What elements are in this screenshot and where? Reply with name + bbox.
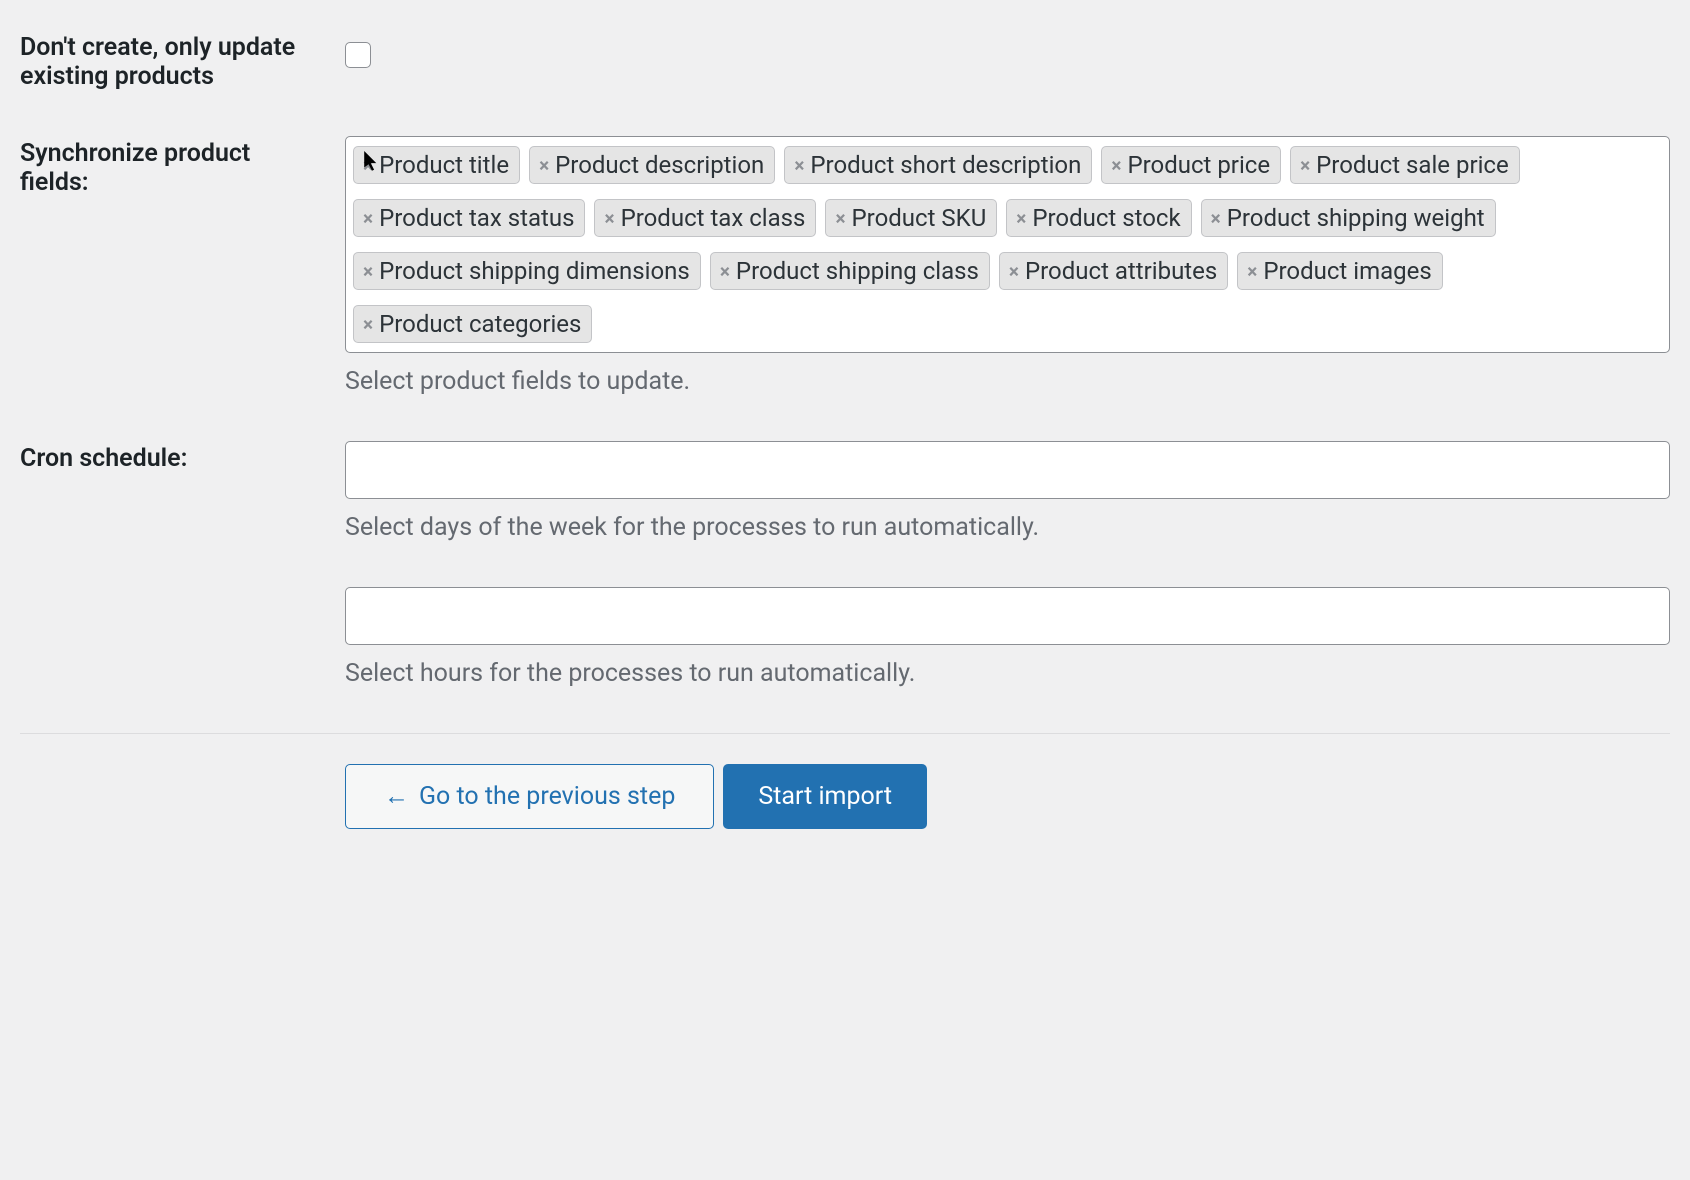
- sync-fields-label: Synchronize product fields:: [20, 136, 345, 197]
- sync-fields-field: ×Product title×Product description×Produ…: [345, 136, 1670, 396]
- field-tag[interactable]: ×Product description: [529, 146, 775, 184]
- update-only-field: [345, 30, 1670, 75]
- field-tag-label: Product shipping weight: [1227, 204, 1485, 232]
- field-tag-label: Product short description: [810, 151, 1081, 179]
- remove-icon[interactable]: ×: [361, 209, 375, 228]
- cron-hours-select[interactable]: [345, 587, 1670, 645]
- field-tag-label: Product categories: [379, 310, 581, 338]
- sync-fields-row: Synchronize product fields: ×Product tit…: [20, 136, 1670, 396]
- remove-icon[interactable]: ×: [1109, 156, 1123, 175]
- field-tag-label: Product shipping class: [736, 257, 979, 285]
- cron-schedule-label: Cron schedule:: [20, 441, 345, 473]
- remove-icon[interactable]: ×: [833, 209, 847, 228]
- field-tag-label: Product images: [1263, 257, 1431, 285]
- cron-schedule-row: Cron schedule: Select days of the week f…: [20, 441, 1670, 688]
- field-tag[interactable]: × Product tax class: [594, 199, 816, 237]
- remove-icon[interactable]: ×: [361, 262, 375, 281]
- field-tag[interactable]: ×Product categories: [353, 305, 592, 343]
- actions-row: ← Go to the previous step Start import: [20, 764, 1670, 829]
- remove-icon[interactable]: ×: [718, 262, 732, 281]
- cron-schedule-field: Select days of the week for the processe…: [345, 441, 1670, 688]
- field-tag[interactable]: × Product SKU: [825, 199, 997, 237]
- field-tag-label: Product tax status: [379, 204, 574, 232]
- field-tag[interactable]: ×Product short description: [784, 146, 1092, 184]
- field-tag-label: Product tax class: [621, 204, 806, 232]
- start-import-button[interactable]: Start import: [723, 764, 927, 829]
- remove-icon[interactable]: ×: [361, 156, 375, 175]
- cron-hours-help: Select hours for the processes to run au…: [345, 659, 1670, 688]
- field-tag[interactable]: ×Product price: [1101, 146, 1281, 184]
- field-tag[interactable]: ×Product images: [1237, 252, 1442, 290]
- remove-icon[interactable]: ×: [1014, 209, 1028, 228]
- remove-icon[interactable]: ×: [1007, 262, 1021, 281]
- field-tag[interactable]: ×Product tax status: [353, 199, 585, 237]
- sync-fields-select[interactable]: ×Product title×Product description×Produ…: [345, 136, 1670, 353]
- field-tag[interactable]: ×Product title: [353, 146, 520, 184]
- field-tag[interactable]: ×Product attributes: [999, 252, 1228, 290]
- remove-icon[interactable]: ×: [602, 209, 616, 228]
- field-tag[interactable]: ×Product stock: [1006, 199, 1191, 237]
- field-tag-label: Product shipping dimensions: [379, 257, 690, 285]
- sync-fields-help: Select product fields to update.: [345, 367, 1670, 396]
- update-only-row: Don't create, only update existing produ…: [20, 30, 1670, 91]
- field-tag-label: Product attributes: [1025, 257, 1217, 285]
- previous-step-label: Go to the previous step: [419, 782, 675, 811]
- field-tag-label: Product title: [379, 151, 509, 179]
- sync-fields-tags: ×Product title×Product description×Produ…: [353, 146, 1662, 349]
- cron-days-help: Select days of the week for the processe…: [345, 513, 1670, 542]
- remove-icon[interactable]: ×: [1245, 262, 1259, 281]
- arrow-left-icon: ←: [384, 782, 409, 811]
- field-tag[interactable]: ×Product shipping class: [710, 252, 990, 290]
- field-tag-label: Product sale price: [1316, 151, 1509, 179]
- field-tag[interactable]: ×Product shipping weight: [1201, 199, 1496, 237]
- field-tag-label: Product price: [1127, 151, 1270, 179]
- update-only-checkbox[interactable]: [345, 42, 371, 68]
- cron-days-select[interactable]: [345, 441, 1670, 499]
- actions-divider: ← Go to the previous step Start import: [20, 733, 1670, 829]
- update-only-label: Don't create, only update existing produ…: [20, 30, 345, 91]
- previous-step-button[interactable]: ← Go to the previous step: [345, 764, 714, 829]
- field-tag[interactable]: ×Product shipping dimensions: [353, 252, 701, 290]
- field-tag-label: Product stock: [1032, 204, 1180, 232]
- remove-icon[interactable]: ×: [792, 156, 806, 175]
- field-tag[interactable]: ×Product sale price: [1290, 146, 1520, 184]
- remove-icon[interactable]: ×: [1298, 156, 1312, 175]
- field-tag-label: Product description: [555, 151, 764, 179]
- remove-icon[interactable]: ×: [537, 156, 551, 175]
- remove-icon[interactable]: ×: [361, 315, 375, 334]
- start-import-label: Start import: [758, 782, 892, 811]
- field-tag-label: Product SKU: [852, 204, 987, 232]
- remove-icon[interactable]: ×: [1209, 209, 1223, 228]
